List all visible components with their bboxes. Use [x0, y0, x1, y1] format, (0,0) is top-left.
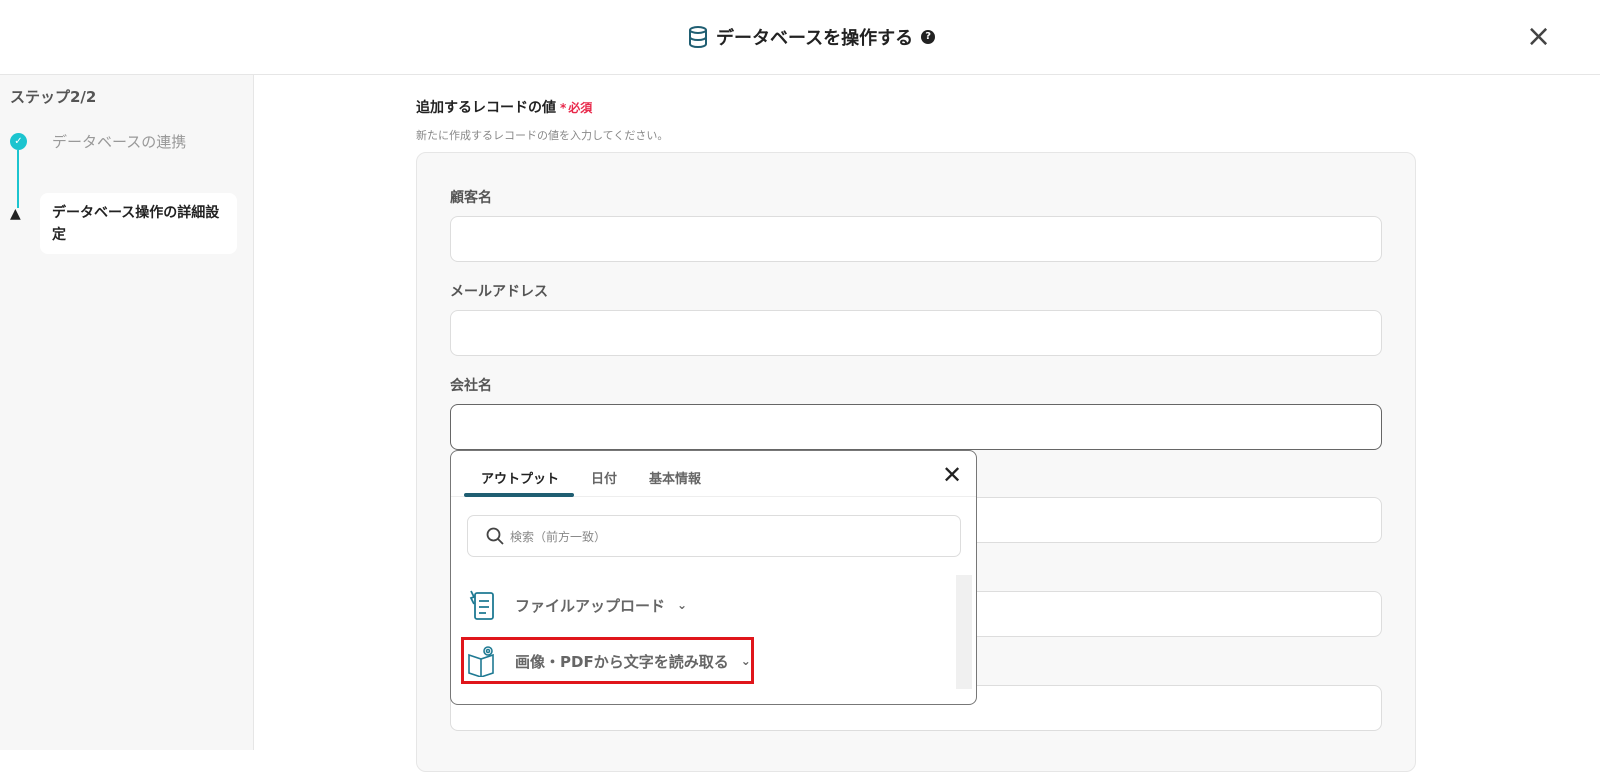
customer-name-input[interactable] [450, 216, 1382, 262]
active-tab-indicator [464, 493, 574, 497]
section-description: 新たに作成するレコードの値を入力してください。 [416, 129, 669, 142]
close-button[interactable]: × [1526, 22, 1551, 52]
tab-basic-info[interactable]: 基本情報 [649, 468, 701, 487]
popup-close-button[interactable]: ✕ [942, 463, 962, 487]
field-label: メールアドレス [450, 284, 548, 300]
help-icon[interactable]: ? [921, 30, 936, 44]
sidebar-item-db-link[interactable]: データベースの連携 [52, 131, 186, 152]
warning-icon: ▲ [10, 206, 21, 222]
search-input[interactable]: 検索（前方一致） [467, 515, 961, 557]
field-label: 顧客名 [450, 190, 492, 206]
search-placeholder: 検索（前方一致） [510, 529, 607, 544]
scrollbar[interactable] [956, 575, 972, 689]
tab-output[interactable]: アウトプット [481, 468, 559, 487]
variable-picker-popup: アウトプット 日付 基本情報 ✕ 検索（前方一致） ファイルアップロード ⌄ 画像… [450, 450, 977, 705]
sidebar [0, 75, 254, 750]
field-label: 会社名 [450, 378, 492, 394]
tab-date[interactable]: 日付 [591, 468, 617, 487]
chevron-down-icon: ⌄ [677, 598, 688, 612]
modal-title: データベースを操作する ? [688, 24, 936, 50]
highlight-box [461, 637, 754, 684]
section-title-text: 追加するレコードの値 [416, 100, 556, 116]
title-text: データベースを操作する [716, 28, 914, 49]
database-icon [689, 26, 707, 48]
check-icon: ✓ [10, 133, 27, 150]
header: データベースを操作する ? × [0, 0, 1600, 75]
step-indicator: ステップ2/2 [10, 88, 97, 106]
section-title: 追加するレコードの値 * 必須 [416, 97, 592, 117]
sidebar-item-db-settings[interactable]: データベース操作の詳細設定 [40, 193, 237, 254]
item-label: ファイルアップロード [515, 596, 666, 615]
company-name-input[interactable] [450, 404, 1382, 450]
required-label: 必須 [568, 101, 593, 115]
search-icon [486, 527, 504, 545]
file-upload-icon [469, 590, 494, 620]
email-input[interactable] [450, 310, 1382, 356]
list-item-file-upload[interactable]: ファイルアップロード ⌄ [465, 589, 687, 621]
popup-tabs: アウトプット 日付 基本情報 ✕ [451, 451, 976, 497]
step-connector [17, 150, 19, 208]
required-mark: * [560, 101, 567, 115]
